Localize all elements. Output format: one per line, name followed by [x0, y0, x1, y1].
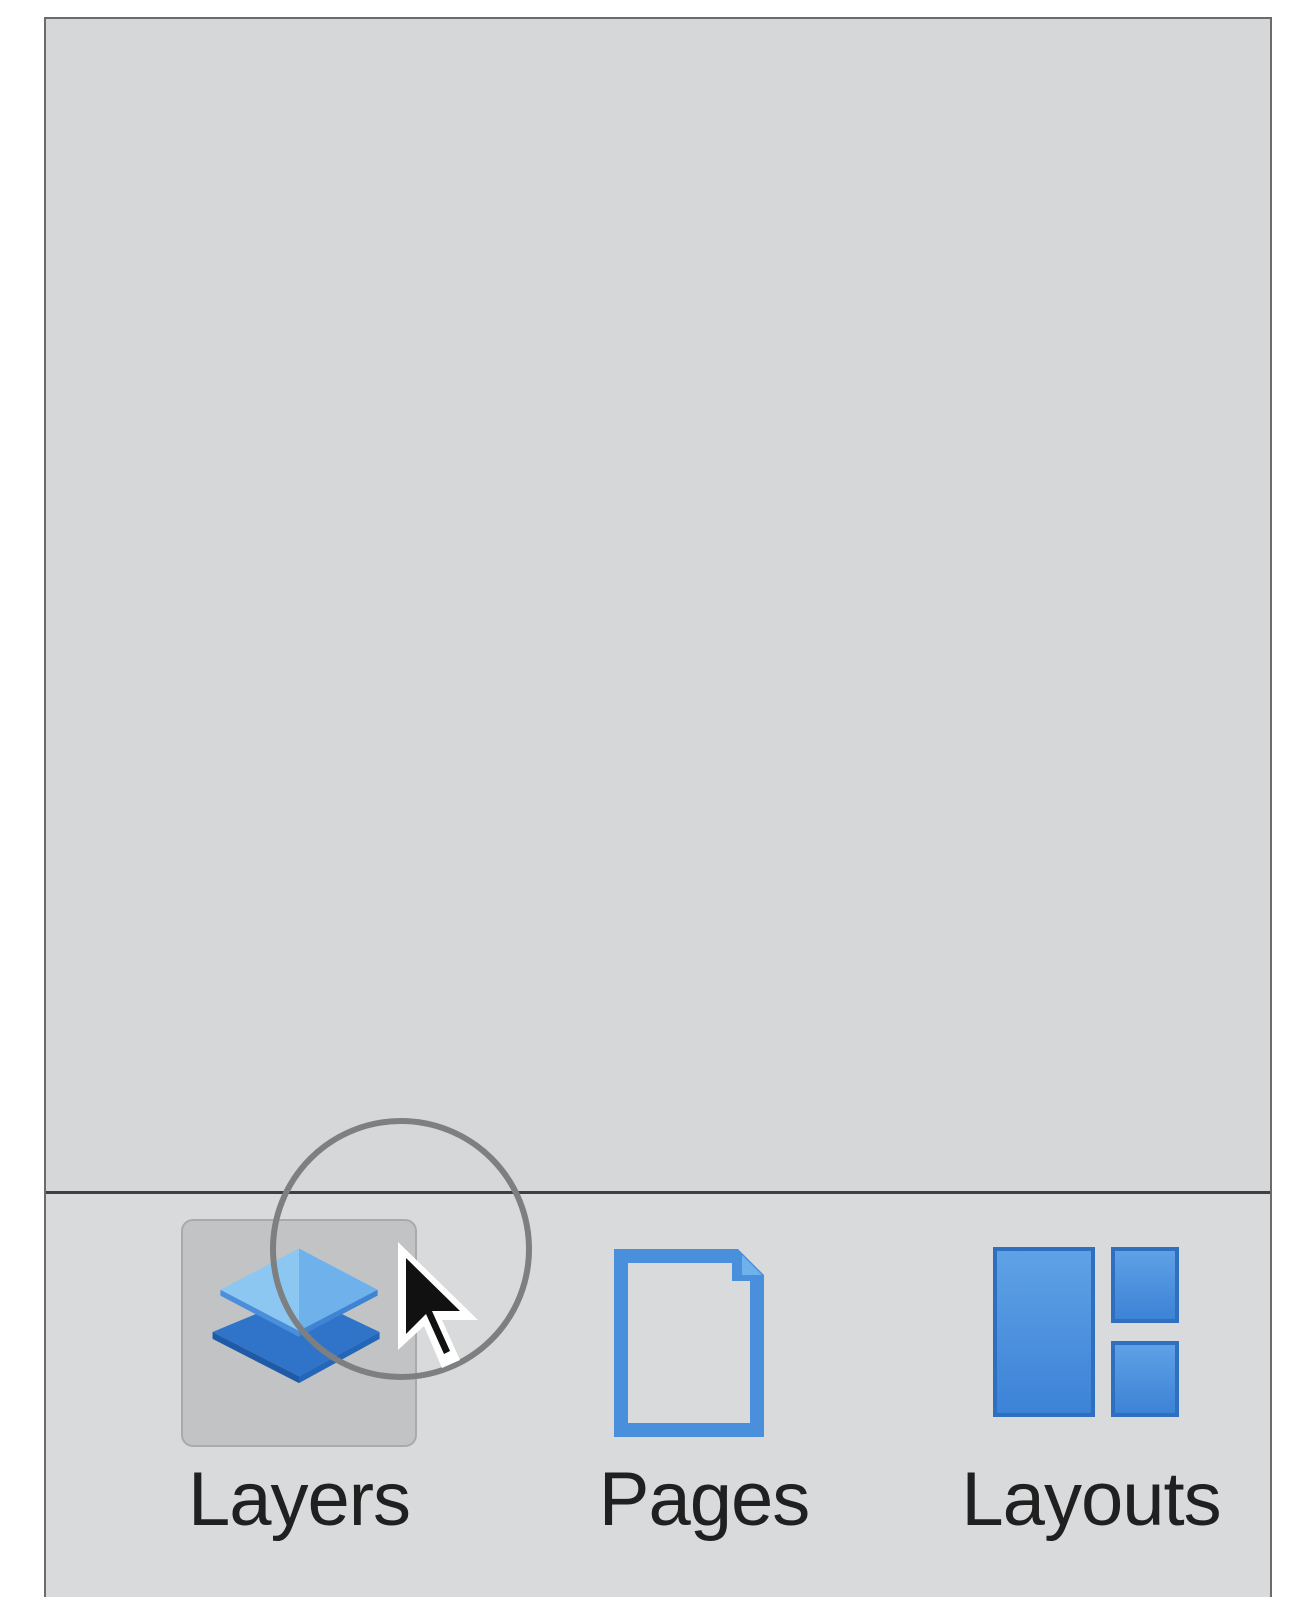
- tab-pages[interactable]: Pages: [586, 1194, 822, 1597]
- tab-bar: Layers Pages Layouts: [46, 1194, 1270, 1597]
- sidebar-panel: Layers Pages Layouts: [44, 17, 1272, 1597]
- tab-pages-label: Pages: [598, 1457, 811, 1542]
- page-icon: [586, 1219, 822, 1447]
- tab-layers[interactable]: Layers: [181, 1194, 417, 1597]
- tab-layouts-label: Layouts: [961, 1457, 1221, 1542]
- tab-layouts[interactable]: Layouts: [961, 1194, 1222, 1597]
- panel-content-area: [46, 19, 1270, 1191]
- layouts-icon: [961, 1219, 1197, 1447]
- layers-icon: [181, 1219, 417, 1447]
- tab-layers-label: Layers: [187, 1457, 411, 1542]
